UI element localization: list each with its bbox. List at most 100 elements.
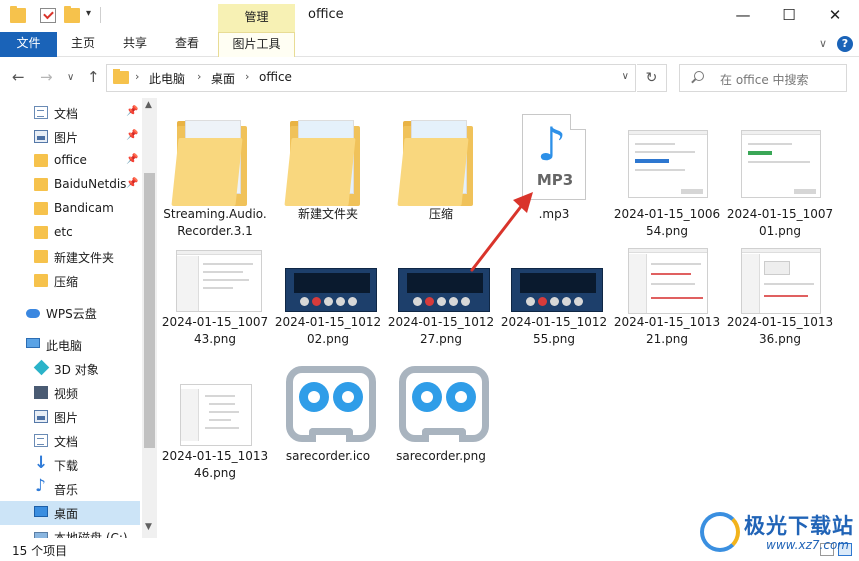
- videos-icon: [34, 386, 48, 399]
- image-thumbnail: [736, 114, 824, 206]
- sidebar-item-label: 本地磁盘 (C:): [54, 531, 128, 538]
- file-name: 新建文件夹: [297, 207, 358, 221]
- breadcrumb-office[interactable]: office: [259, 70, 292, 84]
- back-arrow-icon[interactable]: ←: [12, 68, 25, 86]
- sidebar-item-bandicam[interactable]: Bandicam: [0, 197, 140, 221]
- quick-access-dropdown-icon[interactable]: ▾: [86, 8, 91, 19]
- sidebar-item-label: 音乐: [54, 483, 79, 497]
- minimize-button[interactable]: —: [720, 0, 766, 32]
- pictures-icon: [34, 410, 48, 423]
- tab-share[interactable]: 共享: [114, 32, 156, 57]
- sidebar-item-new-folder[interactable]: 新建文件夹: [0, 245, 140, 269]
- file-item[interactable]: 2024-01-15_101227.png: [386, 248, 496, 358]
- watermark-title: 极光下载站: [744, 514, 854, 538]
- sidebar-item-label: 文档: [54, 107, 79, 121]
- sidebar-item-local-disk[interactable]: 本地磁盘 (C:): [0, 525, 140, 538]
- properties-icon[interactable]: [40, 8, 56, 23]
- folder-icon: [34, 250, 48, 263]
- tab-file[interactable]: 文件: [0, 32, 57, 57]
- sidebar-item-desktop[interactable]: 桌面: [0, 501, 140, 525]
- downloads-icon: [34, 453, 48, 473]
- watermark-url: www.xz7.com: [766, 538, 849, 552]
- sidebar-scrollbar[interactable]: ▲ ▼: [142, 98, 157, 538]
- address-bar[interactable]: › 此电脑 › 桌面 › office ∨: [106, 64, 636, 92]
- sidebar-item-this-pc[interactable]: 此电脑: [0, 333, 140, 357]
- scroll-down-icon[interactable]: ▼: [145, 522, 152, 532]
- folder-icon: [34, 226, 48, 239]
- file-name: 压缩: [428, 207, 453, 221]
- folder-icon: [284, 114, 372, 206]
- sidebar-item-compressed[interactable]: 压缩: [0, 269, 140, 293]
- tab-picture-tools[interactable]: 图片工具: [218, 32, 295, 57]
- file-item[interactable]: 2024-01-15_100654.png: [612, 114, 722, 244]
- file-item[interactable]: Streaming.Audio.Recorder.3.1: [160, 114, 270, 244]
- folder-icon[interactable]: [10, 6, 26, 23]
- music-icon: [34, 476, 48, 496]
- file-name: 2024-01-15_101346.png: [161, 449, 269, 480]
- sidebar-item-music[interactable]: 音乐: [0, 476, 140, 501]
- file-name: 2024-01-15_101202.png: [274, 315, 382, 346]
- help-icon[interactable]: ?: [837, 36, 853, 52]
- ribbon-collapse-icon[interactable]: ∨: [819, 37, 827, 50]
- sidebar-item-baidunetdisk[interactable]: BaiduNetdis 📌: [0, 173, 140, 197]
- navigation-pane: 文档 📌 图片 📌 office 📌 BaiduNetdis 📌 Bandica…: [0, 98, 157, 538]
- tab-home[interactable]: 主页: [62, 32, 104, 57]
- recent-locations-icon[interactable]: ∨: [67, 72, 74, 83]
- manage-tab[interactable]: 管理: [218, 4, 295, 32]
- file-name: sarecorder.ico: [285, 449, 371, 463]
- file-item[interactable]: 2024-01-15_101202.png: [273, 248, 383, 358]
- address-dropdown-icon[interactable]: ∨: [622, 71, 629, 82]
- file-item[interactable]: 2024-01-15_101321.png: [612, 248, 722, 358]
- sidebar-item-label: 文档: [54, 435, 79, 449]
- new-folder-icon[interactable]: [64, 6, 80, 23]
- pin-icon: 📌: [126, 154, 139, 165]
- tab-view[interactable]: 查看: [166, 32, 208, 57]
- sidebar-item-etc[interactable]: etc: [0, 221, 140, 245]
- search-placeholder: 在 office 中搜索: [720, 73, 809, 87]
- sidebar-item-documents-2[interactable]: 文档: [0, 429, 140, 453]
- file-name: 2024-01-15_101227.png: [387, 315, 495, 346]
- file-item[interactable]: sarecorder.ico: [273, 354, 383, 484]
- file-item[interactable]: 2024-01-15_100701.png: [725, 114, 835, 244]
- sidebar-item-3d-objects[interactable]: 3D 对象: [0, 357, 140, 381]
- sarecorder-icon: [397, 354, 489, 446]
- documents-icon: [34, 106, 48, 119]
- up-arrow-icon[interactable]: ↑: [87, 68, 100, 86]
- file-item[interactable]: 2024-01-15_100743.png: [160, 248, 270, 358]
- sidebar-item-downloads[interactable]: 下载: [0, 453, 140, 477]
- breadcrumb-desktop[interactable]: 桌面: [211, 70, 235, 87]
- folder-icon: [113, 69, 129, 84]
- refresh-button[interactable]: ↻: [637, 64, 667, 92]
- scrollbar-thumb[interactable]: [144, 173, 155, 448]
- window-title: office: [308, 7, 344, 22]
- file-name: 2024-01-15_100743.png: [161, 315, 269, 346]
- file-item[interactable]: 2024-01-15_101336.png: [725, 248, 835, 358]
- sidebar-item-videos[interactable]: 视频: [0, 381, 140, 405]
- sidebar-item-documents[interactable]: 文档 📌: [0, 101, 140, 125]
- file-item[interactable]: ♪ MP3 .mp3: [499, 114, 609, 244]
- file-item[interactable]: 2024-01-15_101346.png: [160, 354, 270, 484]
- file-name: 2024-01-15_101321.png: [613, 315, 721, 346]
- breadcrumb-this-pc[interactable]: 此电脑: [149, 70, 185, 87]
- navigation-bar: ← → ∨ ↑ › 此电脑 › 桌面 › office ∨ ↻ 在 office…: [0, 58, 859, 98]
- close-button[interactable]: ✕: [812, 0, 858, 32]
- forward-arrow-icon[interactable]: →: [40, 68, 53, 86]
- breadcrumb-separator: ›: [197, 70, 202, 83]
- sidebar-item-pictures-2[interactable]: 图片: [0, 405, 140, 429]
- file-item[interactable]: 新建文件夹: [273, 114, 383, 244]
- scroll-up-icon[interactable]: ▲: [145, 100, 152, 110]
- file-item[interactable]: sarecorder.png: [386, 354, 496, 484]
- sidebar-item-label: 视频: [54, 387, 79, 401]
- breadcrumb-separator: ›: [135, 70, 140, 83]
- file-item[interactable]: 2024-01-15_101255.png: [499, 248, 609, 358]
- sidebar-item-wps-cloud[interactable]: WPS云盘: [0, 301, 140, 325]
- sidebar-item-pictures[interactable]: 图片 📌: [0, 125, 140, 149]
- file-item[interactable]: 压缩: [386, 114, 496, 244]
- sidebar-item-label: 此电脑: [46, 339, 83, 353]
- folder-icon: [397, 114, 485, 206]
- maximize-button[interactable]: ☐: [766, 0, 812, 32]
- sidebar-item-office[interactable]: office 📌: [0, 149, 140, 173]
- sidebar-item-label: 下载: [54, 459, 79, 473]
- search-input[interactable]: 在 office 中搜索: [679, 64, 847, 92]
- watermark: 极光下载站 www.xz7.com: [700, 508, 859, 558]
